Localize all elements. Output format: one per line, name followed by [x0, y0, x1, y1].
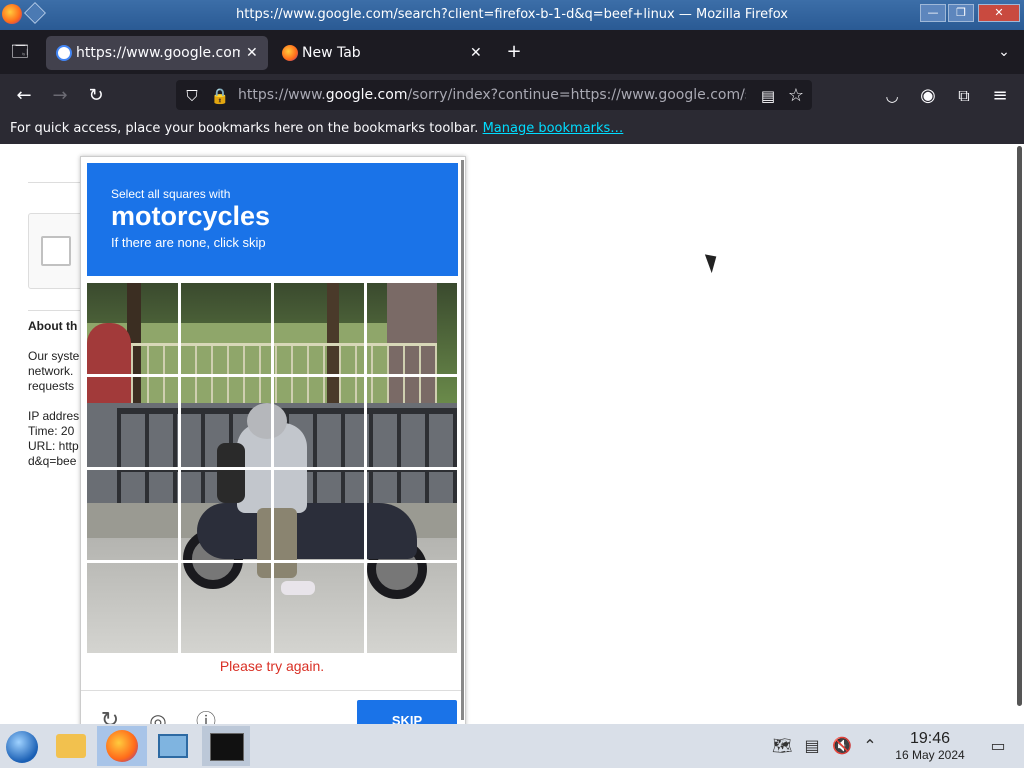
- close-tab-icon[interactable]: ✕: [246, 36, 258, 70]
- captcha-target-word: motorcycles: [111, 201, 271, 231]
- terminal-icon: [210, 733, 244, 761]
- tab-google[interactable]: https://www.google.com/ ✕: [46, 36, 268, 70]
- bookmarks-toolbar: For quick access, place your bookmarks h…: [0, 116, 1024, 144]
- captcha-instruction: Select all squares with: [111, 187, 231, 201]
- tab-label: https://www.google.com/: [76, 45, 240, 61]
- captcha-error-message: Please try again.: [219, 658, 325, 674]
- pocket-icon[interactable]: ◡: [878, 82, 906, 110]
- reload-button-icon[interactable]: ↻: [82, 82, 110, 110]
- reader-view-icon[interactable]: ▤: [754, 82, 782, 110]
- forward-button-icon[interactable]: →: [46, 82, 74, 110]
- grid-divider: [87, 374, 457, 377]
- para-line-1: Our syste: [28, 349, 80, 363]
- clock-date: 16 May 2024: [895, 748, 965, 762]
- clipboard-tray-icon[interactable]: ▤: [802, 736, 822, 756]
- firefox-taskbar-button[interactable]: [97, 726, 147, 766]
- rider-shoe: [281, 581, 315, 595]
- para-line-3: requests: [28, 379, 75, 393]
- rider-trousers: [257, 508, 297, 578]
- new-tab-button[interactable]: +: [500, 38, 528, 66]
- motorcycle-body: [197, 503, 417, 559]
- captcha-sub-instruction: If there are none, click skip: [111, 235, 266, 250]
- site-info-lock-icon[interactable]: 🔒: [206, 82, 234, 110]
- rider-backpack: [217, 443, 245, 503]
- captcha-footer-divider: [81, 690, 461, 691]
- ip-address-label: IP addres: [28, 409, 80, 423]
- manage-bookmarks-link[interactable]: Manage bookmarks…: [483, 121, 624, 136]
- tab-label: New Tab: [302, 45, 361, 61]
- rider-helmet: [247, 403, 287, 439]
- folder-icon: [56, 734, 86, 758]
- file-manager-button[interactable]: [48, 726, 94, 766]
- url-host-prefix: https://www.: [238, 87, 326, 103]
- parked-motorcycle: [87, 323, 131, 403]
- maximize-button[interactable]: ❐: [948, 4, 974, 22]
- app-menu-icon[interactable]: ≡: [986, 82, 1014, 110]
- captcha-header: Select all squares with motorcycles If t…: [87, 163, 458, 276]
- bookmarks-message: For quick access, place your bookmarks h…: [10, 121, 479, 136]
- account-icon[interactable]: ◉: [914, 82, 942, 110]
- minimize-button[interactable]: —: [920, 4, 946, 22]
- captcha-image-grid[interactable]: [87, 283, 457, 653]
- window-title-bar: https://www.google.com/search?client=fir…: [0, 0, 1024, 30]
- window-title: https://www.google.com/search?client=fir…: [236, 7, 788, 22]
- url-path: /sorry/index?continue=https://www.google…: [407, 87, 746, 103]
- not-a-robot-checkbox[interactable]: [41, 236, 71, 266]
- control-panel-icon: [158, 734, 188, 758]
- terminal-button[interactable]: [202, 726, 250, 766]
- tab-list-icon[interactable]: 🗔: [6, 38, 34, 66]
- url-domain: google.com: [325, 87, 408, 103]
- divider: [28, 182, 88, 183]
- grid-divider: [87, 560, 457, 563]
- firefox-icon: [106, 730, 138, 762]
- url-label-continued: d&q=bee: [28, 454, 77, 468]
- time-label: Time: 20: [28, 424, 75, 438]
- back-button-icon[interactable]: ←: [10, 82, 38, 110]
- captcha-scrollbar[interactable]: [461, 160, 464, 720]
- tab-new-tab[interactable]: New Tab ✕: [272, 36, 490, 70]
- close-tab-icon[interactable]: ✕: [470, 36, 482, 70]
- extensions-icon[interactable]: ⧉: [950, 82, 978, 110]
- about-heading: About th: [28, 319, 78, 333]
- divider: [28, 310, 88, 311]
- control-panel-button[interactable]: [150, 726, 196, 766]
- grid-divider: [87, 467, 457, 470]
- taskbar-clock[interactable]: 19:46 16 May 2024: [880, 730, 980, 762]
- network-tray-icon[interactable]: 🗺: [772, 736, 792, 756]
- show-desktop-icon[interactable]: ▭: [988, 736, 1008, 756]
- clock-time: 19:46: [909, 730, 951, 747]
- start-orb-icon: [6, 731, 38, 763]
- para-line-2: network.: [28, 364, 74, 378]
- url-text[interactable]: https://www.google.com/sorry/index?conti…: [238, 80, 746, 110]
- list-all-tabs-icon[interactable]: ⌄: [990, 38, 1018, 66]
- tracking-protection-shield-icon[interactable]: ⛉: [178, 82, 206, 110]
- firefox-favicon-icon: [282, 45, 298, 61]
- page-scrollbar[interactable]: [1017, 146, 1022, 706]
- start-menu-button[interactable]: [0, 726, 46, 766]
- close-window-button[interactable]: ✕: [978, 4, 1020, 22]
- url-label: URL: http: [28, 439, 79, 453]
- google-favicon-icon: [56, 45, 72, 61]
- show-hidden-icons-chevron-icon[interactable]: ⌃: [860, 736, 880, 756]
- bookmark-star-icon[interactable]: ☆: [782, 82, 810, 110]
- volume-muted-icon[interactable]: 🔇: [832, 736, 852, 756]
